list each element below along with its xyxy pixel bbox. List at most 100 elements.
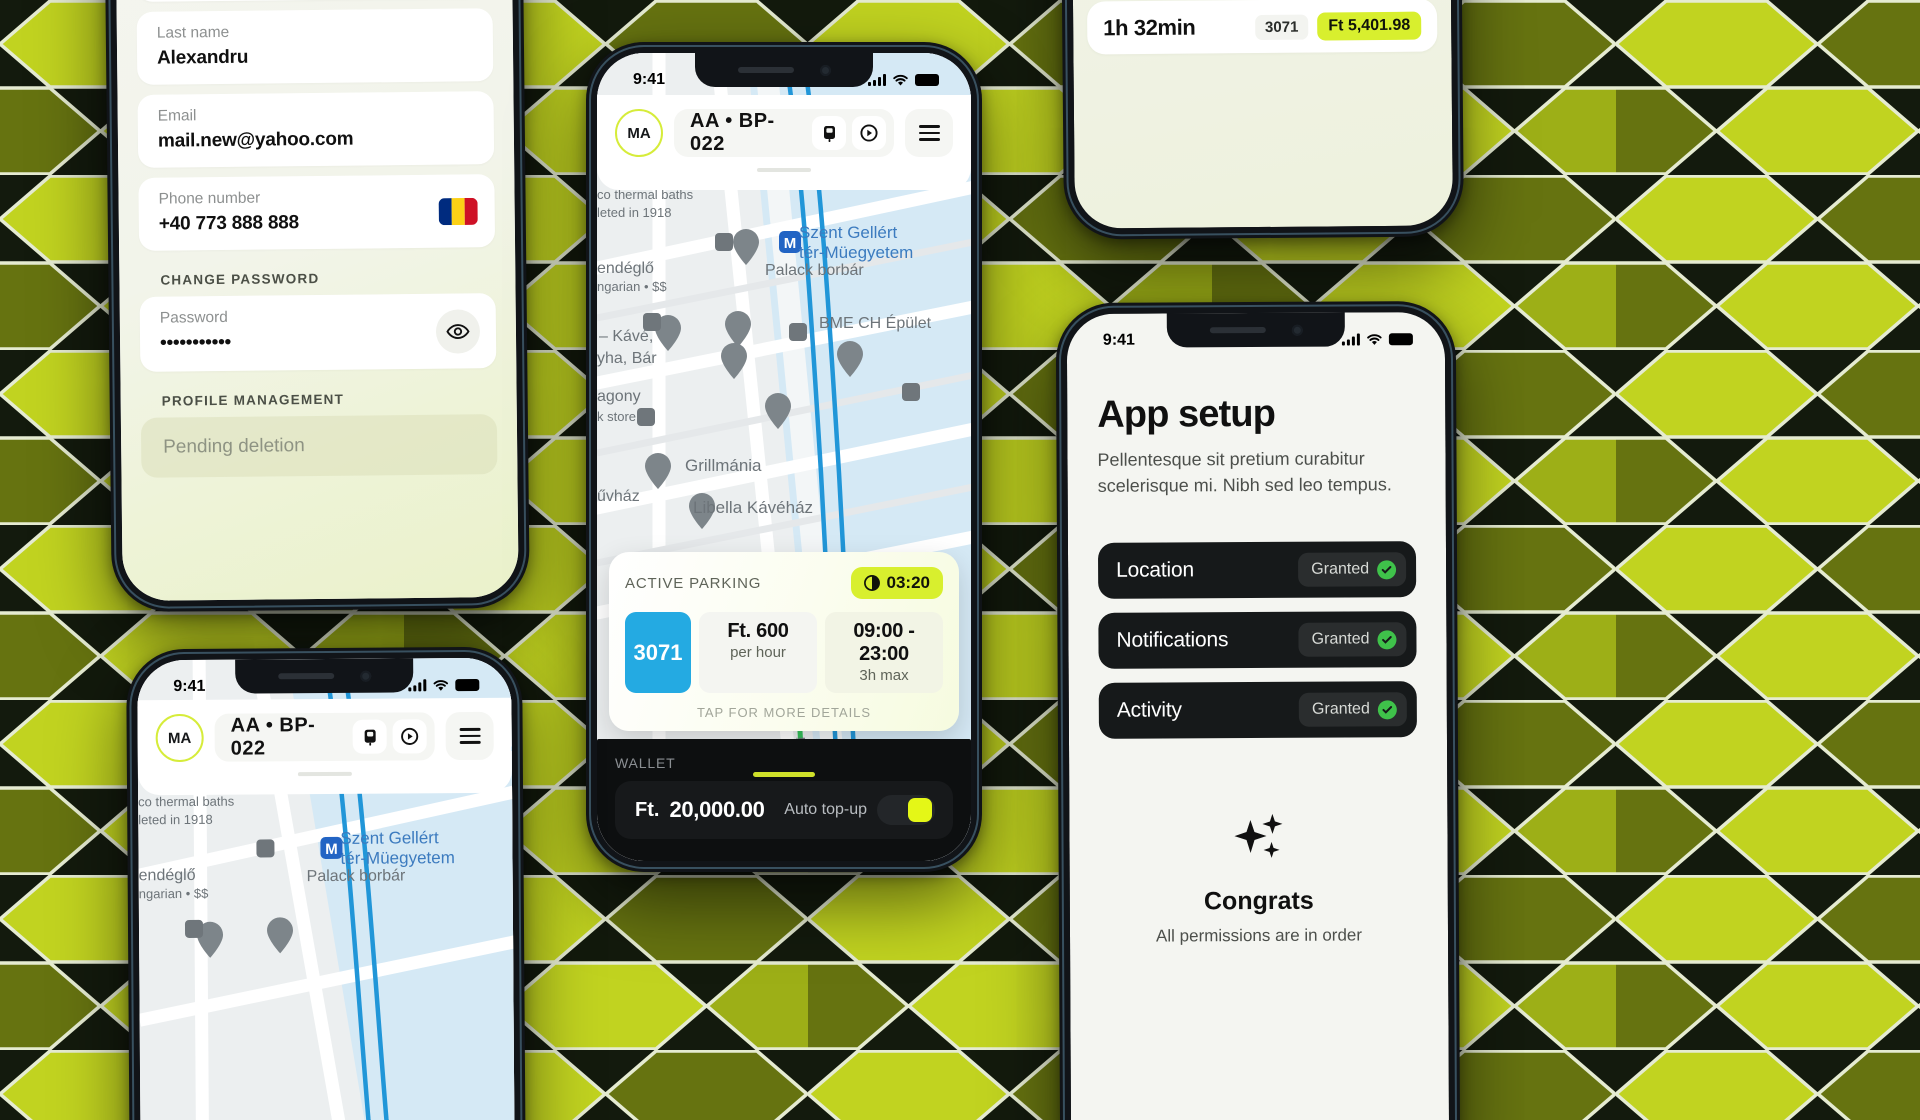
hours-value: 09:00 - 23:00	[853, 620, 915, 665]
hours-limit: 3h max	[859, 667, 909, 684]
active-parking-title: ACTIVE PARKING	[625, 574, 762, 592]
app-bar: MA AA • BP-022	[137, 697, 513, 796]
front-camera	[1291, 324, 1303, 336]
phone-map-secondary: 9:41 M co thermal baths leted in 1918 Sz…	[126, 646, 526, 1120]
field-value: +40 773 888 888	[158, 212, 300, 235]
svg-text:endéglő: endéglő	[597, 260, 654, 277]
parking-timer-badge: 03:20	[850, 567, 943, 599]
field-value: Alexandru	[156, 46, 249, 69]
vehicle-selector[interactable]: AA • BP-022	[214, 712, 435, 762]
permission-row-activity[interactable]: Activity Granted	[1098, 681, 1417, 739]
hamburger-menu-icon[interactable]	[905, 109, 953, 157]
phone-map-active-parking: 9:41 M co thermal baths leted in 1918 Sz…	[586, 42, 982, 872]
speaker-grille	[737, 67, 794, 73]
notch	[1166, 312, 1345, 348]
check-circle-icon	[1377, 699, 1397, 719]
sparkles-icon	[1234, 814, 1283, 859]
svg-text:ngarian • $$: ngarian • $$	[597, 279, 667, 294]
rate-value: Ft. 600	[727, 620, 789, 642]
romania-flag-icon[interactable]	[438, 197, 478, 225]
status-time: 9:41	[173, 677, 206, 696]
field-first-name[interactable]: First name Marius	[135, 0, 493, 2]
congrats-subtitle: All permissions are in order	[1155, 925, 1363, 946]
svg-text:agony: agony	[597, 388, 641, 405]
history-zone: 3071	[1254, 14, 1309, 40]
avatar[interactable]: MA	[155, 713, 204, 763]
clock-play-icon[interactable]	[392, 719, 427, 754]
wallet-amount: 20,000.00	[669, 797, 765, 822]
svg-text:yha, Bár: yha, Bár	[597, 350, 657, 367]
wifi-icon	[1367, 333, 1382, 345]
eye-icon[interactable]	[435, 308, 481, 354]
svg-text:M: M	[784, 235, 797, 252]
check-circle-icon	[1377, 559, 1397, 579]
wallet-row[interactable]: Ft. 20,000.00 Auto top-up	[615, 781, 953, 839]
svg-text:M: M	[325, 841, 338, 858]
front-camera	[359, 670, 371, 682]
app-bar: MA AA • BP-022	[597, 95, 971, 190]
battery-full-icon	[1388, 333, 1413, 346]
permission-name: Notifications	[1116, 628, 1229, 652]
status-badge: Granted	[1298, 552, 1407, 587]
permission-name: Activity	[1116, 698, 1182, 722]
speaker-grille	[277, 672, 334, 680]
hamburger-menu-icon[interactable]	[445, 711, 494, 761]
wifi-icon	[433, 679, 449, 691]
history-list[interactable]: 09:40 - 12:44 · June 12, 2023 Budapest, …	[1071, 0, 1453, 229]
history-duration: 1h 32min	[1103, 14, 1196, 41]
svg-text:BME CH Épület: BME CH Épület	[819, 313, 932, 332]
parking-meter-icon[interactable]	[352, 719, 387, 754]
status-text: Granted	[1311, 700, 1370, 718]
parking-meter-icon[interactable]	[812, 116, 846, 150]
svg-text:Libella Kávéház: Libella Kávéház	[693, 498, 813, 517]
status-text: Granted	[1311, 630, 1370, 648]
timer-value: 03:20	[886, 573, 930, 592]
field-phone-number[interactable]: Phone number +40 773 888 888	[138, 174, 496, 251]
status-text: Granted	[1311, 560, 1370, 578]
tap-for-details-hint[interactable]: TAP FOR MORE DETAILS	[625, 705, 943, 720]
status-time: 9:41	[1102, 331, 1135, 349]
vehicle-plate: AA • BP-022	[230, 714, 316, 760]
field-email[interactable]: Email mail.new@yahoo.com	[137, 91, 495, 168]
history-amount: Ft 5,401.98	[1317, 11, 1422, 41]
signal-bars-icon	[1341, 333, 1360, 346]
vehicle-plate: AA • BP-022	[690, 110, 775, 155]
svg-text:Szent Gellért: Szent Gellért	[799, 223, 898, 242]
svg-text:co thermal baths: co thermal baths	[138, 794, 235, 810]
list-item[interactable]: 1h 32min 3071 Ft 5,401.98	[1086, 0, 1438, 55]
clock-play-icon[interactable]	[852, 116, 886, 150]
permission-row-notifications[interactable]: Notifications Granted	[1098, 611, 1417, 669]
congrats-block: Congrats All permissions are in order	[1099, 811, 1418, 947]
permission-row-location[interactable]: Location Granted	[1097, 541, 1417, 599]
wifi-icon	[893, 74, 908, 85]
wallet-label: WALLET	[615, 755, 676, 771]
drag-handle[interactable]	[757, 168, 811, 172]
app-setup-content: App setup Pellentesque sit pretium curab…	[1066, 312, 1450, 1120]
hours-stat: 09:00 - 23:00 3h max	[825, 612, 943, 693]
svg-text:Palack borbár: Palack borbár	[765, 262, 864, 279]
avatar[interactable]: MA	[615, 109, 663, 157]
auto-topup-toggle[interactable]	[877, 795, 935, 825]
field-password[interactable]: Password •••••••••••	[139, 293, 497, 372]
svg-text:Grillmánia: Grillmánia	[685, 456, 762, 475]
phone-parking-history: 09:40 - 12:44 · June 12, 2023 Budapest, …	[1059, 0, 1465, 240]
front-camera	[819, 64, 831, 76]
page-title: App setup	[1097, 392, 1276, 436]
svg-text:leted in 1918: leted in 1918	[597, 205, 671, 220]
field-last-name[interactable]: Last name Alexandru	[136, 8, 494, 85]
field-label: Last name	[156, 23, 230, 42]
drag-handle[interactable]	[297, 771, 352, 777]
status-badge: Granted	[1298, 692, 1407, 727]
pending-deletion-field[interactable]: Pending deletion	[140, 414, 498, 478]
rate-unit: per hour	[730, 644, 786, 661]
status-badge: Granted	[1298, 622, 1407, 657]
active-parking-card[interactable]: ACTIVE PARKING 03:20 3071 Ft. 600 per ho…	[609, 552, 959, 731]
battery-full-icon	[915, 74, 939, 86]
phone-app-setup: 9:41 App setup Pellentesque sit pretium …	[1055, 300, 1461, 1120]
svg-text:Palack borbár: Palack borbár	[307, 867, 407, 885]
speaker-grille	[1209, 326, 1266, 334]
zone-badge: 3071	[625, 612, 691, 693]
field-value-masked: •••••••••••	[159, 331, 232, 354]
svg-text:űvház: űvház	[597, 488, 640, 505]
vehicle-selector[interactable]: AA • BP-022	[674, 109, 894, 157]
